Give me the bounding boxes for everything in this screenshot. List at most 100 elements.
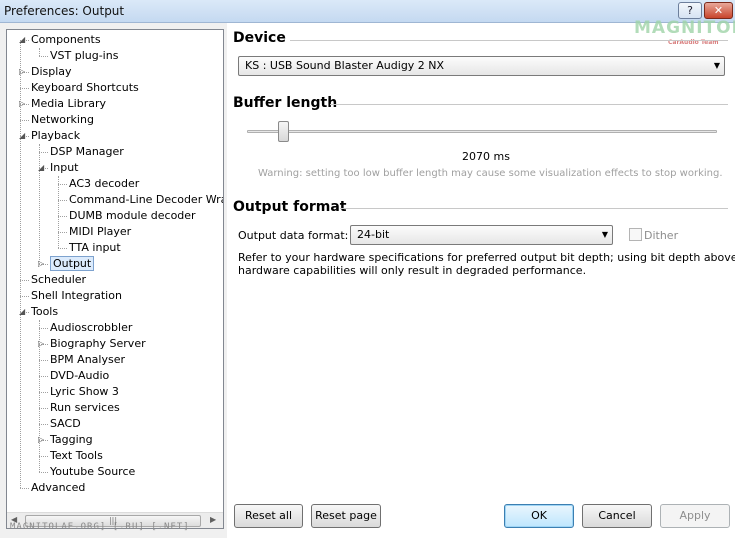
tree-item-label: Text Tools [50,449,103,462]
tree-item-label: DVD-Audio [50,369,110,382]
tree-item-dumb-module-decoder[interactable]: DUMB module decoder [69,208,196,224]
ok-button[interactable]: OK [504,504,574,528]
tree-item-dsp-manager[interactable]: DSP Manager [50,144,124,160]
tree-connector [39,472,48,473]
tree-guide-line [58,176,59,248]
tree-item-label: AC3 decoder [69,177,140,190]
tree-item-label: Output [50,256,95,271]
tree-item-sacd[interactable]: SACD [50,416,81,432]
tree-connector [39,456,48,457]
tree-connector [39,376,48,377]
tree-item-audioscrobbler[interactable]: Audioscrobbler [50,320,132,336]
dither-checkbox[interactable] [629,228,642,241]
tree-item-biography-server[interactable]: ▷ Biography Server [38,336,146,352]
tree-connector [58,232,67,233]
scroll-right-icon[interactable]: ▶ [210,515,216,524]
tree-item-label: Keyboard Shortcuts [31,81,139,94]
tree-item-label: Scheduler [31,273,87,286]
tree-item-label: Tagging [50,433,93,446]
tree-item-label: Components [31,33,101,46]
tree-item-bpm-analyser[interactable]: BPM Analyser [50,352,125,368]
reset-all-button[interactable]: Reset all [234,504,303,528]
tree-item-scheduler[interactable]: Scheduler [31,272,86,288]
tree-connector [39,424,48,425]
tree-connector [20,296,29,297]
tree-item-advanced[interactable]: Advanced [31,480,85,496]
output-format-heading: Output format [233,199,347,215]
tree-guide-line [20,40,21,488]
chevron-down-icon: ▼ [601,230,608,239]
close-button[interactable]: ✕ [704,2,733,19]
tree-connector [39,360,48,361]
tree-guide-line [39,144,40,264]
tree-item-vst-plug-ins[interactable]: VST plug-ins [50,48,118,64]
bit-depth-note-line1: Refer to your hardware specifications fo… [238,251,735,264]
tree-item-playback[interactable]: ◢ Playback [19,128,81,144]
bit-depth-dropdown[interactable]: 24-bit ▼ [350,225,613,245]
tree-item-networking[interactable]: Networking [31,112,94,128]
tree-item-components[interactable]: ◢ Components [19,32,101,48]
tree-item-tools[interactable]: ◢ Tools [19,304,59,320]
tree-item-label: MIDI Player [69,225,132,238]
tree-item-label: Display [31,65,72,78]
tree-item-label: Input [50,161,79,174]
tree-connector [20,488,29,489]
preferences-tree: ◢ Components VST plug-ins ▷ Display Keyboard … [6,29,224,529]
tree-item-tagging[interactable]: ▷ Tagging [38,432,93,448]
tree-item-display[interactable]: ▷ Display [19,64,72,80]
tree-item-label: DSP Manager [50,145,124,158]
buffer-warning: Warning: setting too low buffer length m… [258,168,723,179]
tree-item-output[interactable]: ▷ Output [38,256,95,272]
tree-viewport: ◢ Components VST plug-ins ▷ Display Keyboard … [7,30,223,512]
tree-item-command-line-decoder-wrapper[interactable]: Command-Line Decoder Wrapper [69,192,223,208]
tree-connector [39,408,48,409]
tree-connector [39,328,48,329]
title-bar: Preferences: Output ? ✕ [0,0,735,23]
apply-button[interactable]: Apply [660,504,730,528]
chevron-down-icon: ▼ [713,61,720,70]
tree-item-youtube-source[interactable]: Youtube Source [50,464,135,480]
tree-connector [39,56,48,57]
tree-item-ac3-decoder[interactable]: AC3 decoder [69,176,139,192]
tree-item-label: SACD [50,417,81,430]
output-data-format-label: Output data format: [238,229,349,242]
help-button[interactable]: ? [678,2,702,19]
buffer-slider-thumb[interactable] [278,121,289,142]
tree-item-keyboard-shortcuts[interactable]: Keyboard Shortcuts [31,80,139,96]
tree-item-label: Tools [31,305,59,318]
tree-item-label: Advanced [31,481,86,494]
tree-item-lyric-show-3[interactable]: Lyric Show 3 [50,384,119,400]
tree-connector [58,248,67,249]
device-dropdown[interactable]: KS : USB Sound Blaster Audigy 2 NX ▼ [238,56,725,76]
tree-item-input[interactable]: ◢ Input [38,160,79,176]
tree-guide-line [39,48,40,56]
tree-item-label: VST plug-ins [50,49,119,62]
tree-item-label: Audioscrobbler [50,321,133,334]
tree-connector [58,184,67,185]
buffer-slider-track[interactable] [247,130,717,133]
device-heading: Device [233,30,286,46]
tree-item-text-tools[interactable]: Text Tools [50,448,103,464]
buffer-value: 2070 ms [462,150,510,163]
tree-item-media-library[interactable]: ▷ Media Library [19,96,106,112]
tree-item-label: Media Library [31,97,106,110]
tree-item-label: Youtube Source [50,465,136,478]
tree-guide-line [39,320,40,472]
tree-connector [39,392,48,393]
tree-item-tta-input[interactable]: TTA input [69,240,121,256]
cancel-button[interactable]: Cancel [582,504,652,528]
tree-connector [20,120,29,121]
tree-item-midi-player[interactable]: MIDI Player [69,224,131,240]
bottom-watermark: MAGNITOLAE.ORG] [.RU] [.NET] [10,522,190,532]
bit-depth-selected-value: 24-bit [357,228,390,241]
tree-item-label: Playback [31,129,81,142]
tree-item-label: Shell Integration [31,289,122,302]
dither-label: Dither [644,229,679,242]
tree-item-dvd-audio[interactable]: DVD-Audio [50,368,109,384]
tree-item-label: Run services [50,401,120,414]
tree-item-run-services[interactable]: Run services [50,400,120,416]
reset-page-button[interactable]: Reset page [311,504,381,528]
tree-item-shell-integration[interactable]: Shell Integration [31,288,122,304]
buffer-divider [330,104,728,105]
tree-item-label: TTA input [69,241,121,254]
